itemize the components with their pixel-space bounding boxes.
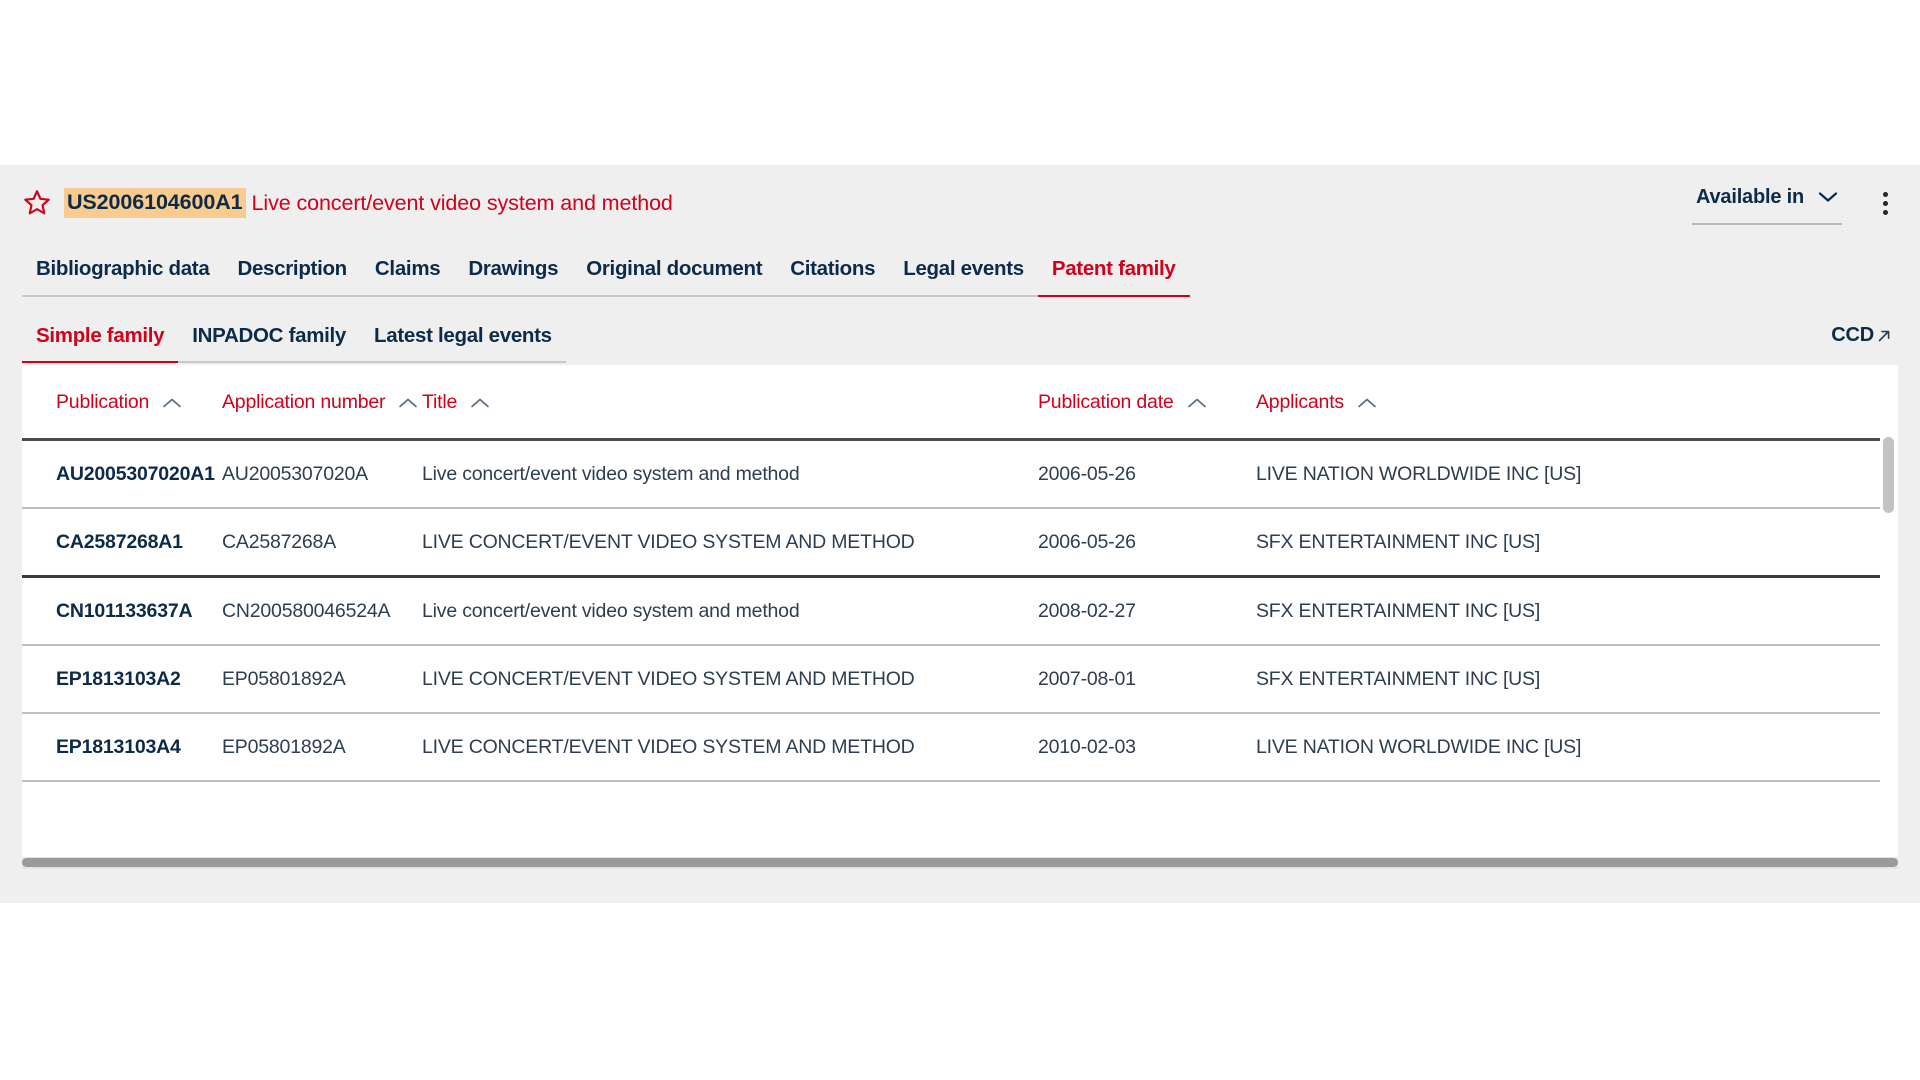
- cell-publication[interactable]: CN101133637A: [22, 576, 222, 646]
- tab-original-document[interactable]: Original document: [572, 257, 777, 297]
- cell-applicants: LIVE NATION WORLDWIDE INC [US]: [1256, 713, 1898, 782]
- star-outline-icon[interactable]: [22, 188, 52, 218]
- ccd-label: CCD: [1831, 324, 1874, 346]
- cell-application-number: CA2587268A: [222, 508, 422, 578]
- column-header-publication[interactable]: Publication: [22, 365, 222, 441]
- table-vertical-scrollbar[interactable]: [1880, 431, 1898, 857]
- cell-applicants: LIVE NATION WORLDWIDE INC [US]: [1256, 439, 1898, 509]
- cell-publication-date: 2006-05-26: [1038, 508, 1256, 578]
- cell-application-number: AU2005307020A: [222, 439, 422, 509]
- ccd-link[interactable]: CCD: [1831, 324, 1892, 347]
- cell-title: Live concert/event video system and meth…: [422, 576, 1038, 646]
- table-body: AU2005307020A1 AU2005307020A Live concer…: [22, 439, 1898, 782]
- cell-title: LIVE CONCERT/EVENT VIDEO SYSTEM AND METH…: [422, 713, 1038, 782]
- tab-drawings[interactable]: Drawings: [454, 257, 573, 297]
- tab-latest-legal-events[interactable]: Latest legal events: [360, 324, 566, 363]
- column-label-application-number: Application number: [222, 391, 386, 413]
- table-row[interactable]: EP1813103A2 EP05801892A LIVE CONCERT/EVE…: [22, 645, 1898, 714]
- tab-legal-events[interactable]: Legal events: [889, 257, 1038, 297]
- table-row[interactable]: EP1813103A4 EP05801892A LIVE CONCERT/EVE…: [22, 713, 1898, 782]
- table-row[interactable]: AU2005307020A1 AU2005307020A Live concer…: [22, 439, 1898, 509]
- column-label-title: Title: [422, 391, 458, 413]
- tab-inpadoc-family[interactable]: INPADOC family: [178, 324, 361, 363]
- tab-citations[interactable]: Citations: [776, 257, 890, 297]
- available-in-dropdown[interactable]: Available in: [1691, 182, 1842, 225]
- caret-up-icon: [1187, 398, 1206, 407]
- kebab-dot: [1882, 209, 1888, 215]
- document-number[interactable]: US2006104600A1: [64, 188, 246, 218]
- tab-patent-family[interactable]: Patent family: [1037, 257, 1190, 297]
- cell-application-number: EP05801892A: [222, 713, 422, 782]
- kebab-dot: [1882, 200, 1888, 206]
- table-row[interactable]: CA2587268A1 CA2587268A LIVE CONCERT/EVEN…: [22, 508, 1898, 578]
- cell-publication-date: 2010-02-03: [1038, 713, 1256, 782]
- cell-application-number: EP05801892A: [222, 645, 422, 714]
- external-link-icon: [1878, 330, 1890, 341]
- column-label-publication: Publication: [56, 391, 150, 413]
- cell-publication-date: 2008-02-27: [1038, 576, 1256, 646]
- document-title: Live concert/event video system and meth…: [251, 190, 673, 215]
- column-label-applicants: Applicants: [1256, 391, 1344, 413]
- table-row[interactable]: CN101133637A CN200580046524A Live concer…: [22, 576, 1898, 646]
- document-title-bar: US2006104600A1 Live concert/event video …: [0, 165, 1920, 241]
- kebab-dot: [1882, 191, 1888, 197]
- caret-up-icon: [163, 398, 182, 407]
- cell-publication[interactable]: AU2005307020A1: [22, 439, 222, 509]
- cell-publication-date: 2007-08-01: [1038, 645, 1256, 714]
- cell-application-number: CN200580046524A: [222, 576, 422, 646]
- document-panel: US2006104600A1 Live concert/event video …: [0, 165, 1920, 903]
- caret-up-icon: [1358, 398, 1376, 407]
- family-table-card: Publication Application number Title Pub…: [22, 365, 1898, 857]
- tab-simple-family[interactable]: Simple family: [22, 324, 179, 363]
- cell-publication[interactable]: CA2587268A1: [22, 508, 222, 578]
- cell-publication[interactable]: EP1813103A2: [22, 645, 222, 714]
- secondary-tab-bar: Simple family INPADOC family Latest lega…: [0, 297, 1920, 363]
- table-horizontal-scrollbar[interactable]: [22, 857, 1898, 869]
- patent-family-table: Publication Application number Title Pub…: [22, 365, 1898, 782]
- table-header: Publication Application number Title Pub…: [22, 365, 1898, 441]
- column-label-publication-date: Publication date: [1038, 391, 1174, 413]
- title-bar-actions: Available in: [1691, 165, 1904, 241]
- cell-publication[interactable]: EP1813103A4: [22, 713, 222, 782]
- available-in-label: Available in: [1695, 185, 1804, 208]
- chevron-down-icon: [1818, 192, 1838, 202]
- cell-applicants: SFX ENTERTAINMENT INC [US]: [1256, 508, 1898, 578]
- family-table-scroll-area: Publication Application number Title Pub…: [22, 365, 1898, 782]
- patent-family-page: US2006104600A1 Live concert/event video …: [0, 0, 1920, 1080]
- cell-applicants: SFX ENTERTAINMENT INC [US]: [1256, 645, 1898, 714]
- cell-title: LIVE CONCERT/EVENT VIDEO SYSTEM AND METH…: [422, 645, 1038, 714]
- tab-description[interactable]: Description: [223, 257, 361, 297]
- table-vertical-scroll-thumb[interactable]: [1883, 437, 1894, 513]
- column-header-title[interactable]: Title: [422, 365, 1038, 441]
- cell-title: Live concert/event video system and meth…: [422, 439, 1038, 509]
- cell-publication-date: 2006-05-26: [1038, 439, 1256, 509]
- caret-up-icon: [471, 398, 489, 407]
- table-header-row: Publication Application number Title Pub…: [22, 365, 1898, 441]
- tab-claims[interactable]: Claims: [360, 257, 455, 297]
- tab-bibliographic-data[interactable]: Bibliographic data: [22, 257, 224, 297]
- cell-title: LIVE CONCERT/EVENT VIDEO SYSTEM AND METH…: [422, 508, 1038, 578]
- cell-applicants: SFX ENTERTAINMENT INC [US]: [1256, 576, 1898, 646]
- table-horizontal-scroll-thumb[interactable]: [22, 858, 1898, 867]
- column-header-publication-date[interactable]: Publication date: [1038, 365, 1256, 441]
- column-header-application-number[interactable]: Application number: [222, 365, 422, 441]
- primary-tab-bar: Bibliographic data Description Claims Dr…: [0, 241, 1920, 297]
- more-vertical-icon[interactable]: [1872, 187, 1898, 219]
- caret-up-icon: [399, 398, 418, 407]
- column-header-applicants[interactable]: Applicants: [1256, 365, 1898, 441]
